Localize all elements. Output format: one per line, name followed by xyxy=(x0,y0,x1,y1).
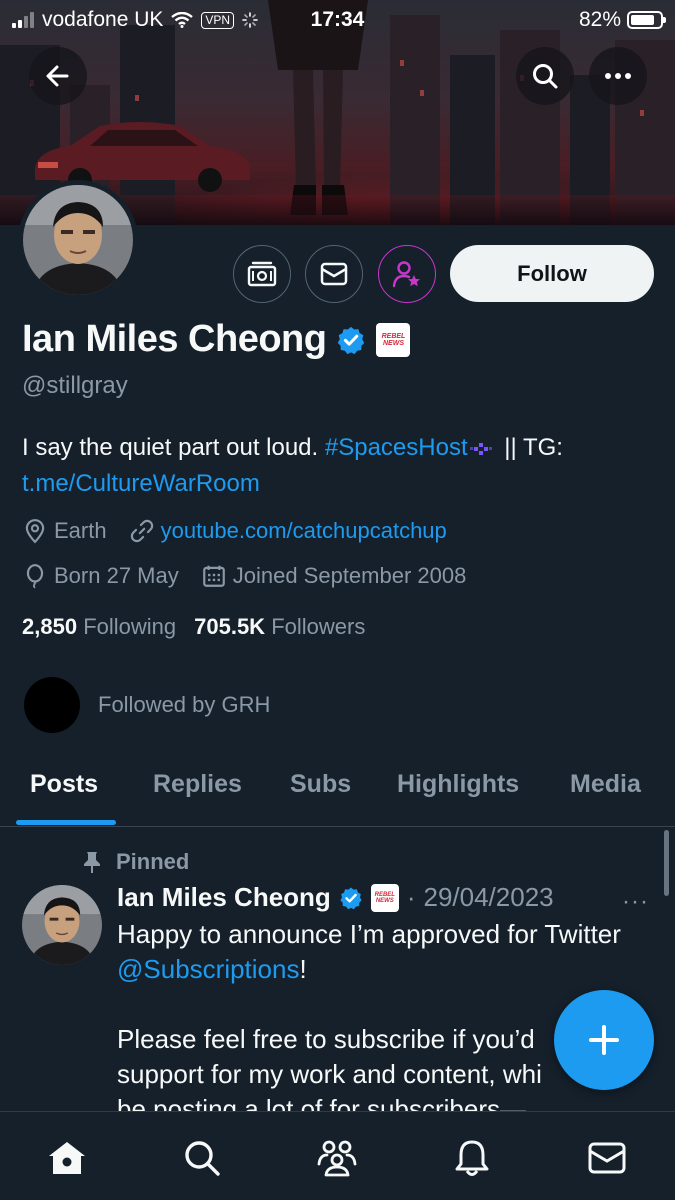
post-header: Ian Miles Cheong REBEL NEWS · 29/04/2023 xyxy=(117,882,554,913)
active-tab-indicator xyxy=(16,820,116,825)
search-profile-button[interactable] xyxy=(516,47,574,105)
subscriptions-icon xyxy=(247,261,277,287)
notify-button[interactable] xyxy=(378,245,436,303)
verified-badge-icon[interactable] xyxy=(336,325,366,355)
post-line: Happy to announce I’m approved for Twitt… xyxy=(117,919,621,949)
link-icon xyxy=(130,519,153,543)
following-count: 2,850 xyxy=(22,614,78,639)
pin-icon xyxy=(84,852,100,873)
spaces-sparkle-icon xyxy=(469,442,492,455)
balloon-icon xyxy=(26,564,44,589)
status-bar: vodafone UK VPN 17:34 82% xyxy=(0,0,675,40)
follow-button[interactable]: Follow xyxy=(450,245,654,302)
location-pin-icon xyxy=(25,519,45,544)
followers-label: Followers xyxy=(271,614,366,639)
username-handle: @stillgray xyxy=(22,372,128,399)
profile-meta-row-1: Earth youtube.com/catchupcatchup xyxy=(22,518,469,544)
battery-percent: 82% xyxy=(578,8,621,31)
verified-badge-icon xyxy=(340,887,362,909)
profile-avatar[interactable] xyxy=(18,180,138,300)
message-button[interactable] xyxy=(305,245,363,303)
status-right: 82% xyxy=(578,8,666,32)
bio-text: I say the quiet part out loud. xyxy=(22,434,325,461)
calendar-icon xyxy=(202,565,225,587)
following-count-link[interactable]: 2,850 Following xyxy=(22,614,176,640)
profile-name-row: Ian Miles Cheong REBEL NEWS xyxy=(22,318,411,361)
post-text-fragment: ! xyxy=(299,954,307,984)
website-link[interactable]: youtube.com/catchupcatchup xyxy=(161,518,447,544)
messages-icon xyxy=(588,1142,626,1174)
envelope-icon xyxy=(320,262,348,286)
following-label: Following xyxy=(83,614,177,639)
profile-bio: I say the quiet part out loud. #SpacesHo… xyxy=(22,430,652,502)
banner-building xyxy=(390,15,440,225)
birthday-text: Born 27 May xyxy=(54,563,179,588)
nav-messages[interactable] xyxy=(585,1136,629,1180)
birthday-item: Born 27 May xyxy=(22,563,179,589)
compose-post-button[interactable] xyxy=(554,990,654,1090)
bio-text-after: || TG: xyxy=(497,434,563,461)
back-button[interactable] xyxy=(29,47,87,105)
nav-search[interactable] xyxy=(180,1136,224,1180)
search-icon xyxy=(185,1141,220,1176)
follower-avatar xyxy=(24,677,80,733)
pinned-indicator: Pinned xyxy=(82,849,189,875)
tab-replies[interactable]: Replies xyxy=(153,770,242,799)
status-time: 17:34 xyxy=(310,8,365,31)
tab-subs[interactable]: Subs xyxy=(290,770,351,799)
post-author-avatar[interactable] xyxy=(22,885,102,965)
followers-count: 705.5K xyxy=(194,614,266,639)
follow-counts: 2,850 Following 705.5K Followers xyxy=(22,614,365,640)
more-horizontal-icon xyxy=(605,73,631,79)
nav-notifications[interactable] xyxy=(450,1136,494,1180)
tab-highlights[interactable]: Highlights xyxy=(397,770,519,799)
followed-by-row[interactable]: Followed by GRH xyxy=(24,677,270,733)
affiliate-badge[interactable]: REBEL NEWS xyxy=(376,322,411,357)
scrollbar[interactable] xyxy=(664,830,669,896)
location-text: Earth xyxy=(54,518,107,543)
tab-posts[interactable]: Posts xyxy=(30,770,98,799)
profile-tabs: Posts Replies Subs Highlights Media xyxy=(0,752,675,827)
mention-link[interactable]: @Subscriptions xyxy=(117,954,299,984)
bottom-navigation xyxy=(0,1111,675,1200)
website-item[interactable]: youtube.com/catchupcatchup xyxy=(129,518,447,544)
nav-home[interactable] xyxy=(45,1136,89,1180)
search-icon xyxy=(533,64,558,89)
joined-text: Joined September 2008 xyxy=(232,563,467,588)
post-more-button[interactable]: ··· xyxy=(622,888,649,916)
communities-icon xyxy=(317,1140,357,1177)
affiliate-badge: REBEL NEWS xyxy=(370,883,399,912)
tab-media[interactable]: Media xyxy=(570,770,641,799)
avatar-image xyxy=(22,885,102,965)
post-date[interactable]: 29/04/2023 xyxy=(423,882,553,913)
post-separator: · xyxy=(406,882,416,912)
avatar-image xyxy=(23,185,133,295)
location-item: Earth xyxy=(22,518,107,544)
notifications-icon xyxy=(455,1140,489,1176)
post-author-name[interactable]: Ian Miles Cheong xyxy=(117,882,331,913)
followers-count-link[interactable]: 705.5K Followers xyxy=(194,614,365,640)
profile-meta-row-2: Born 27 May Joined September 2008 xyxy=(22,563,488,589)
pinned-text: Pinned xyxy=(116,849,190,874)
plus-icon xyxy=(589,1025,619,1055)
arrow-left-icon xyxy=(46,65,69,87)
hashtag-link[interactable]: #SpacesHost xyxy=(325,434,468,461)
battery-icon xyxy=(627,11,666,29)
home-icon xyxy=(49,1142,85,1174)
telegram-link[interactable]: t.me/CultureWarRoom xyxy=(22,470,260,497)
subscribe-button[interactable] xyxy=(233,245,291,303)
joined-item: Joined September 2008 xyxy=(201,563,467,589)
nav-communities[interactable] xyxy=(315,1136,359,1180)
display-name: Ian Miles Cheong xyxy=(22,318,327,360)
followed-by-text: Followed by GRH xyxy=(98,692,271,717)
more-options-button[interactable] xyxy=(589,47,647,105)
person-star-icon xyxy=(392,261,420,288)
